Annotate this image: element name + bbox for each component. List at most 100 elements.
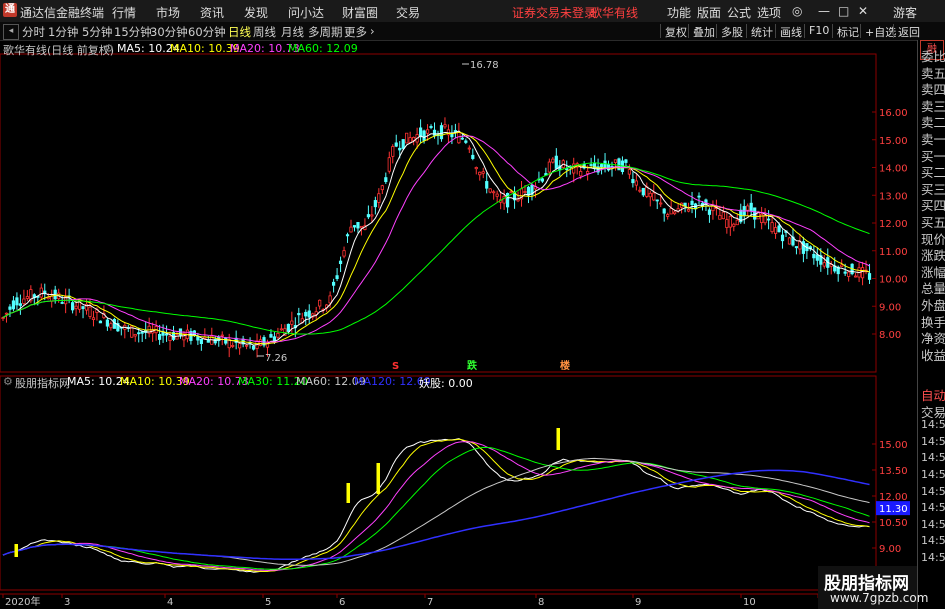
candle-body bbox=[627, 169, 632, 175]
tool-biaoji[interactable]: 标记 bbox=[832, 24, 859, 39]
menu-gongshi[interactable]: 公式 bbox=[727, 4, 751, 21]
period-bar: ◂ 分时 1分钟 5分钟 15分钟 30分钟 60分钟 日线 周线 月线 多周期… bbox=[0, 22, 945, 41]
menu-zixun[interactable]: 资讯 bbox=[200, 4, 224, 21]
more-dropdown-icon[interactable]: › bbox=[370, 24, 375, 38]
minimize-icon[interactable]: — bbox=[818, 4, 830, 18]
menu-hangqing[interactable]: 行情 bbox=[112, 4, 136, 21]
candle-body bbox=[540, 178, 545, 182]
candle-body bbox=[457, 132, 461, 144]
candle-body bbox=[401, 139, 405, 149]
candle-body bbox=[18, 303, 23, 306]
period-monthly[interactable]: 月线 bbox=[281, 24, 304, 40]
period-fenshi[interactable]: 分时 bbox=[22, 24, 45, 40]
candle-body bbox=[631, 179, 635, 184]
panel-lower-9: 14:56 bbox=[921, 534, 945, 548]
close-icon[interactable]: ✕ bbox=[858, 4, 868, 18]
user-icon[interactable]: ◎ bbox=[792, 4, 802, 18]
price-tick-label: 8.00 bbox=[879, 330, 901, 341]
candle-body bbox=[74, 305, 78, 310]
candle-body bbox=[666, 214, 670, 217]
tool-f10[interactable]: F10 bbox=[804, 24, 829, 38]
period-30min[interactable]: 30分钟 bbox=[150, 24, 188, 40]
panel-lower-8: 14:56 bbox=[921, 517, 945, 531]
candle-body bbox=[516, 198, 520, 202]
panel-lower-3: 14:56 bbox=[921, 434, 945, 448]
candle-body bbox=[1, 317, 5, 320]
menu-banmian[interactable]: 版面 bbox=[697, 4, 721, 21]
tool-huaxian[interactable]: 画线 bbox=[775, 24, 802, 39]
candle-body bbox=[109, 323, 113, 329]
tool-back[interactable]: 返回 bbox=[893, 24, 920, 39]
candle-body bbox=[328, 295, 332, 304]
indicator-name[interactable]: 股朋指标网 bbox=[15, 375, 70, 391]
candle-body bbox=[290, 320, 294, 325]
app-name: 通达信金融终端 bbox=[20, 6, 105, 20]
guest-label[interactable]: 游客 bbox=[893, 4, 917, 21]
x-tick-label: 4 bbox=[167, 597, 173, 608]
candle-body bbox=[847, 271, 851, 277]
candle-body bbox=[133, 333, 137, 337]
ind-ma30-line bbox=[2, 446, 870, 570]
candle-body bbox=[655, 199, 659, 202]
collapse-left-icon[interactable]: ◂ bbox=[3, 24, 19, 40]
candle-body bbox=[71, 302, 75, 311]
menu-jiaoyi[interactable]: 交易 bbox=[396, 4, 420, 21]
candle-body bbox=[481, 171, 485, 174]
menu-faxian[interactable]: 发现 bbox=[244, 4, 268, 21]
candle-body bbox=[380, 185, 384, 191]
candle-body bbox=[394, 142, 398, 147]
menu-caifuquan[interactable]: 财富圈 bbox=[342, 4, 378, 21]
tool-tongji[interactable]: 统计 bbox=[746, 24, 773, 39]
panel-lower-5: 14:56 bbox=[921, 468, 945, 481]
period-weekly[interactable]: 周线 bbox=[253, 24, 276, 40]
period-daily[interactable]: 日线 bbox=[228, 24, 251, 40]
candle-body bbox=[370, 214, 374, 217]
period-1min[interactable]: 1分钟 bbox=[48, 24, 78, 40]
tool-fuquan[interactable]: 复权 bbox=[660, 24, 687, 39]
period-multi[interactable]: 多周期 bbox=[308, 24, 343, 40]
candle-body bbox=[464, 140, 468, 143]
tool-diejia[interactable]: 叠加 bbox=[688, 24, 715, 39]
period-15min[interactable]: 15分钟 bbox=[114, 24, 152, 40]
candle-body bbox=[425, 129, 430, 134]
candle-body bbox=[843, 271, 847, 274]
candle-body bbox=[460, 137, 464, 140]
candle-body bbox=[342, 250, 346, 257]
candle-body bbox=[335, 275, 339, 280]
kline-chart-area[interactable]: 16.00 15.00 14.00 13.00 12.00 11.00 10.00 9.00 8… bbox=[0, 40, 917, 609]
candle-body bbox=[297, 313, 301, 316]
panel-lower-4: 14:56 bbox=[921, 451, 945, 465]
period-5min[interactable]: 5分钟 bbox=[82, 24, 112, 40]
ind-tick-label: 10.50 bbox=[879, 518, 908, 529]
candle-body bbox=[25, 296, 29, 299]
indicator-gear-icon[interactable]: ⚙ bbox=[3, 375, 13, 388]
candle-body bbox=[725, 219, 729, 228]
ma10-line bbox=[2, 131, 870, 345]
x-tick-label: 8 bbox=[538, 597, 544, 608]
candle-body bbox=[753, 207, 757, 220]
candle-body bbox=[711, 205, 715, 212]
candle-body bbox=[686, 209, 691, 212]
trade-login-warning[interactable]: 证券交易未登录 bbox=[512, 4, 596, 21]
candle-body bbox=[763, 214, 767, 224]
candle-body bbox=[422, 130, 426, 141]
menu-gongneng[interactable]: 功能 bbox=[667, 4, 691, 21]
event-marker: 跌 bbox=[467, 359, 478, 372]
menu-shichang[interactable]: 市场 bbox=[156, 4, 180, 21]
candle-body bbox=[749, 202, 753, 212]
period-60min[interactable]: 60分钟 bbox=[188, 24, 226, 40]
tool-add-favorite[interactable]: +自选 bbox=[860, 24, 896, 39]
candle-body bbox=[429, 126, 433, 128]
menu-xuanxiang[interactable]: 选项 bbox=[757, 4, 781, 21]
menu-wenxiaoda[interactable]: 问小达 bbox=[288, 4, 324, 21]
panel-lower-7: 14:56 bbox=[921, 501, 945, 515]
settings-gear-icon[interactable]: ⚙ bbox=[104, 42, 114, 55]
candle-body bbox=[137, 332, 141, 335]
candle-body bbox=[384, 177, 388, 183]
ind-tick-label: 9.00 bbox=[879, 544, 901, 555]
maximize-icon[interactable]: □ bbox=[838, 4, 849, 18]
candle-body bbox=[645, 186, 649, 197]
site-watermark: 股朋指标网 www.7gpzb.com bbox=[818, 566, 928, 609]
tool-duogu[interactable]: 多股 bbox=[716, 24, 743, 39]
period-more[interactable]: 更多 bbox=[344, 24, 367, 40]
